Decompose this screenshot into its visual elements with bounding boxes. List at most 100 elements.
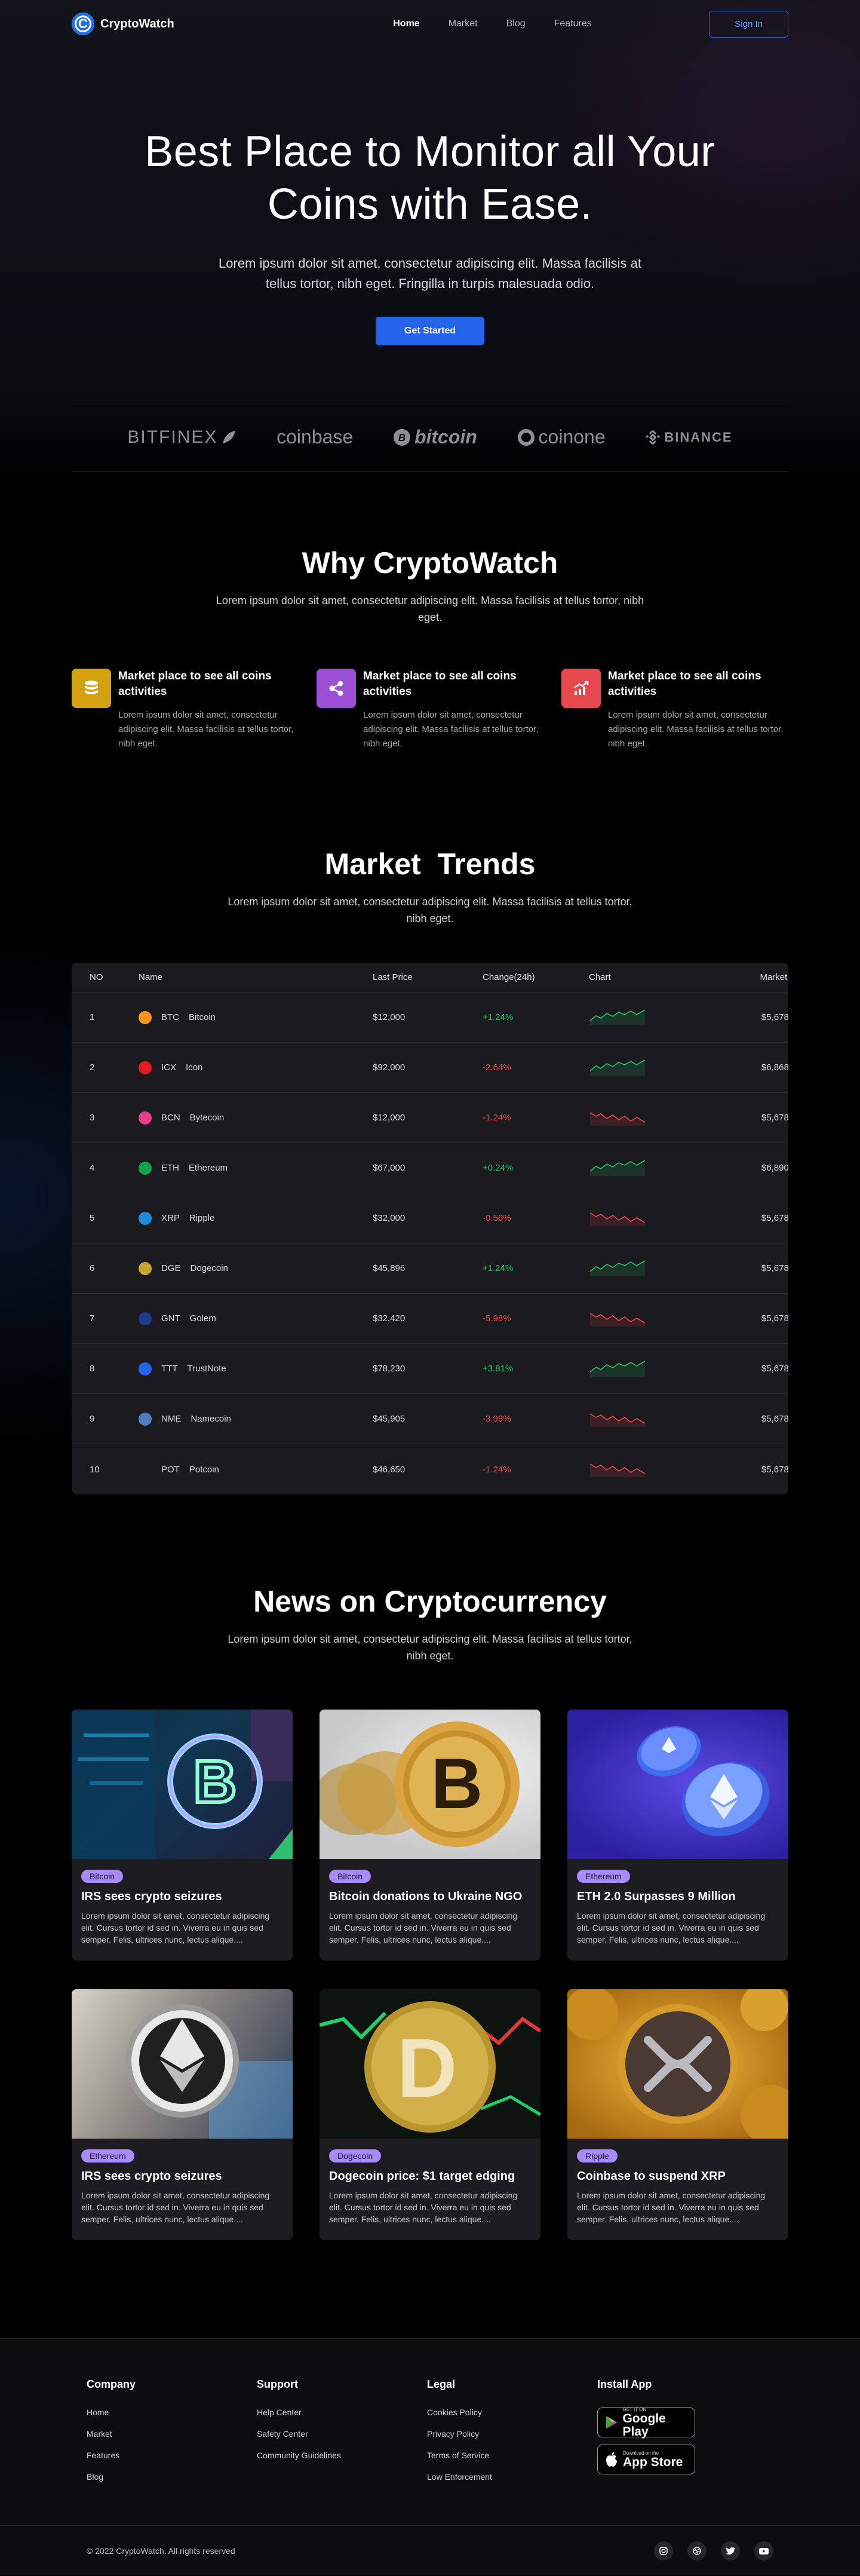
footer-link-blog[interactable]: Blog (87, 2472, 257, 2482)
coin-name-cell[interactable]: TTT TrustNote (139, 1362, 373, 1376)
news-tag[interactable]: Ethereum (577, 1870, 630, 1883)
news-tag[interactable]: Bitcoin (81, 1870, 124, 1883)
nav-link-features[interactable]: Features (554, 19, 592, 29)
coin-name-cell[interactable]: BTC Bitcoin (139, 1010, 373, 1024)
market-cap: $6,890,000 (761, 1163, 788, 1173)
bitcoin-logo: B bitcoin (393, 426, 477, 448)
table-row[interactable]: 4 ETH Ethereum $67,000 +0.24% $6,890,000 (72, 1143, 788, 1193)
news-title[interactable]: IRS sees crypto seizures (81, 1890, 283, 1904)
feature-item: Market place to see all coins activities… (317, 669, 543, 751)
copyright-text: © 2022 CryptoWatch. All rights reserved (87, 2546, 235, 2556)
nav-link-home[interactable]: Home (393, 19, 419, 29)
change-24h: -1.24% (483, 1113, 511, 1123)
footer-link-safety-center[interactable]: Safety Center (257, 2429, 427, 2439)
row-number: 8 (90, 1364, 95, 1374)
row-number: 2 (90, 1062, 95, 1073)
table-row[interactable]: 6 DGE Dogecoin $45,896 +1.24% $5,678,000 (72, 1243, 788, 1294)
last-price: $45,896 (373, 1263, 406, 1273)
coin-name-cell[interactable]: ICX Icon (139, 1061, 373, 1074)
app-store-big-text: App Store (623, 2455, 683, 2469)
table-row[interactable]: 1 BTC Bitcoin $12,000 +1.24% $5,678,000 (72, 993, 788, 1043)
nav-link-blog[interactable]: Blog (506, 19, 526, 29)
coin-symbol: ICX (161, 1062, 177, 1073)
table-row[interactable]: 5 XRP Ripple $32,000 -0.56% $5,678,000 (72, 1193, 788, 1243)
table-row[interactable]: 8 TTT TrustNote $78,230 +3.81% $5,678,000 (72, 1344, 788, 1394)
get-started-button[interactable]: Get Started (375, 317, 485, 345)
instagram-icon[interactable] (654, 2541, 673, 2560)
share-icon (317, 669, 356, 708)
col-chart: Chart (589, 972, 611, 982)
news-subtitle: Lorem ipsum dolor sit amet, consectetur … (228, 1633, 632, 1662)
news-excerpt: Lorem ipsum dolor sit amet, consectetur … (81, 2191, 270, 2224)
news-tag[interactable]: Bitcoin (329, 1870, 371, 1883)
row-number: 7 (90, 1313, 95, 1324)
table-row[interactable]: 10 POT Potcoin $46,650 -1.24% $5,678,000 (72, 1444, 788, 1494)
news-title[interactable]: Coinbase to suspend XRP (577, 2170, 779, 2183)
last-price: $32,420 (373, 1313, 406, 1324)
news-title[interactable]: Dogecoin price: $1 target edging (329, 2170, 531, 2183)
news-excerpt: Lorem ipsum dolor sit amet, consectetur … (81, 1911, 270, 1944)
brand[interactable]: C CryptoWatch (72, 13, 174, 35)
change-24h: +3.81% (483, 1364, 514, 1374)
nav-link-market[interactable]: Market (449, 19, 478, 29)
coin-symbol: BTC (161, 1012, 179, 1022)
news-card[interactable]: B Bitcoin IRS sees crypto seizures Lorem… (72, 1710, 293, 1961)
news-excerpt: Lorem ipsum dolor sit amet, consectetur … (329, 1911, 518, 1944)
footer-link-market[interactable]: Market (87, 2429, 257, 2439)
news-tag[interactable]: Dogecoin (329, 2149, 382, 2163)
coin-name-cell[interactable]: DGE Dogecoin (139, 1261, 373, 1275)
leaf-icon (223, 430, 236, 443)
dogecoin-image: D (320, 1989, 540, 2139)
table-row[interactable]: 9 NME Namecoin $45,905 -3.98% $5,678,000 (72, 1394, 788, 1444)
binance-logo: BINANCE (645, 430, 732, 445)
footer-link-law-enforcement[interactable]: Low Enforcement (427, 2472, 597, 2482)
news-card[interactable]: Ripple Coinbase to suspend XRP Lorem ips… (567, 1989, 788, 2240)
coin-symbol: POT (161, 1464, 180, 1475)
news-card[interactable]: Ethereum ETH 2.0 Surpasses 9 Million Lor… (567, 1710, 788, 1961)
bitfinex-logo: BITFINEX (127, 427, 236, 448)
news-tag[interactable]: Ethereum (81, 2149, 134, 2163)
svg-text:B: B (398, 432, 406, 443)
dribbble-icon[interactable] (687, 2541, 707, 2560)
bitfinex-logo-text: BITFINEX (127, 427, 218, 447)
table-row[interactable]: 2 ICX Icon $92,000 -2.64% $6,868,500 (72, 1043, 788, 1093)
coin-name-cell[interactable]: POT Potcoin (139, 1463, 373, 1476)
news-title[interactable]: IRS sees crypto seizures (81, 2170, 283, 2183)
news-card[interactable]: D Dogecoin Dogecoin price: $1 target edg… (320, 1989, 540, 2240)
news-title[interactable]: ETH 2.0 Surpasses 9 Million (577, 1890, 779, 1904)
google-play-big-text: Google Play (622, 2411, 666, 2439)
footer-link-help-center[interactable]: Help Center (257, 2407, 427, 2417)
coin-name-cell[interactable]: ETH Ethereum (139, 1161, 373, 1175)
footer-link-community-guidelines[interactable]: Community Guidelines (257, 2451, 427, 2460)
youtube-icon[interactable] (754, 2541, 773, 2560)
brand-name: CryptoWatch (100, 17, 174, 30)
news-tag[interactable]: Ripple (577, 2149, 618, 2163)
table-row[interactable]: 7 GNT Golem $32,420 -5.98% $5,678,000 (72, 1294, 788, 1344)
coin-name-cell[interactable]: NME Namecoin (139, 1412, 373, 1426)
coin-name-cell[interactable]: GNT Golem (139, 1312, 373, 1325)
footer-link-home[interactable]: Home (87, 2407, 257, 2417)
app-store-button[interactable]: Download on the App Store (597, 2445, 695, 2474)
coin-symbol: XRP (161, 1213, 180, 1223)
hero-text: Lorem ipsum dolor sit amet, consectetur … (219, 256, 641, 291)
sign-in-button[interactable]: Sign In (709, 10, 788, 38)
coin-name-cell[interactable]: XRP Ripple (139, 1211, 373, 1225)
why-subtitle: Lorem ipsum dolor sit amet, consectetur … (216, 595, 644, 623)
news-card[interactable]: Ethereum IRS sees crypto seizures Lorem … (72, 1989, 293, 2240)
market-cap: $5,678,000 (761, 1364, 788, 1374)
coin-name: Namecoin (191, 1414, 231, 1424)
google-play-button[interactable]: GET IT ON Google Play (597, 2407, 695, 2439)
footer-link-cookies-policy[interactable]: Cookies Policy (427, 2407, 597, 2417)
footer-link-features[interactable]: Features (87, 2451, 257, 2460)
coin-name-cell[interactable]: BCN Bytecoin (139, 1111, 373, 1125)
row-number: 10 (90, 1464, 100, 1475)
market-cap: $6,868,500 (761, 1062, 788, 1073)
footer-link-terms-of-service[interactable]: Terms of Service (427, 2451, 597, 2460)
apple-icon (606, 2452, 617, 2467)
footer-link-privacy-policy[interactable]: Privacy Policy (427, 2429, 597, 2439)
footer-col-legal: Legal Cookies Policy Privacy Policy Term… (427, 2378, 597, 2525)
news-card[interactable]: B Bitcoin Bitcoin donations to Ukraine N… (320, 1710, 540, 1961)
table-row[interactable]: 3 BCN Bytecoin $12,000 -1.24% $5,678,000 (72, 1093, 788, 1143)
news-title[interactable]: Bitcoin donations to Ukraine NGO (329, 1890, 531, 1904)
twitter-icon[interactable] (721, 2541, 740, 2560)
